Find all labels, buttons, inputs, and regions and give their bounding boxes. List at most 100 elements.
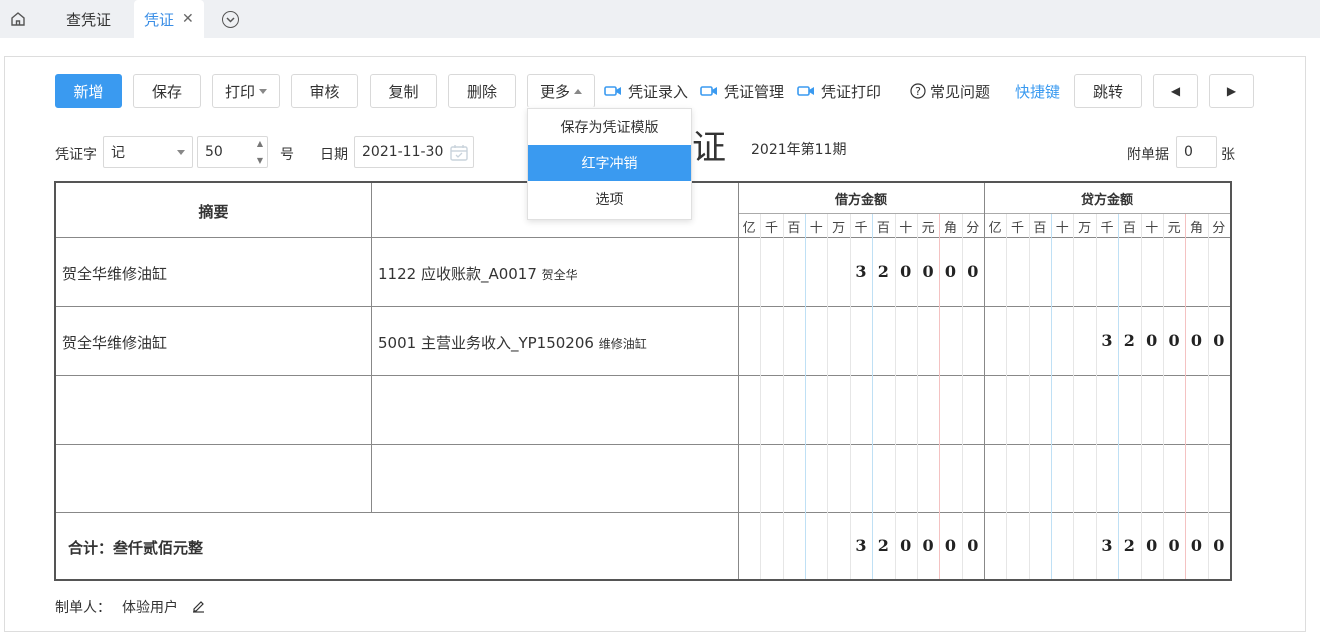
menu-item-save-template[interactable]: 保存为凭证模版: [528, 109, 691, 145]
date-label: 日期: [320, 147, 348, 163]
unit-label: 分: [966, 220, 980, 236]
digit-divider: [1006, 214, 1008, 579]
unit-label: 千: [1100, 220, 1114, 236]
row-2-account[interactable]: 5001 主营业务收入_YP150206 维修油缸: [378, 332, 647, 353]
digit-divider: [1185, 214, 1187, 579]
digit-divider: [1118, 214, 1120, 579]
total-credit-digit: 0: [1168, 536, 1180, 555]
unit-label: 万: [832, 220, 846, 236]
camera-icon: [604, 86, 621, 96]
more-button[interactable]: 更多: [527, 74, 595, 108]
more-menu: 保存为凭证模版 红字冲销 选项: [527, 108, 692, 220]
unit-label: 亿: [742, 220, 756, 236]
caret-down-icon: [177, 150, 185, 155]
total-debit-digit: 2: [877, 536, 889, 555]
row-1-debit-digit: 3: [855, 262, 867, 281]
jump-button[interactable]: 跳转: [1074, 74, 1142, 108]
voucher-word-select[interactable]: 记: [103, 136, 193, 168]
tab-voucher-label: 凭证: [144, 10, 175, 29]
maker-value: 体验用户: [122, 600, 178, 616]
row-2-credit-digit: 2: [1123, 331, 1135, 350]
save-button[interactable]: 保存: [133, 74, 201, 108]
camera-icon: [700, 86, 717, 96]
col-debit-header: 借方金额: [834, 193, 887, 208]
stepper-up-icon[interactable]: ▲: [257, 139, 263, 148]
home-icon: [11, 12, 25, 26]
total-debit-digit: 0: [967, 536, 979, 555]
prev-button[interactable]: ◀: [1153, 74, 1198, 108]
add-button[interactable]: 新增: [55, 74, 122, 108]
next-button[interactable]: ▶: [1209, 74, 1254, 108]
caret-down-icon: [259, 88, 267, 94]
digit-divider: [760, 214, 762, 579]
copy-button[interactable]: 复制: [370, 74, 437, 108]
next-icon: ▶: [1226, 84, 1237, 98]
unit-label: 十: [899, 220, 913, 236]
attachment-suffix: 张: [1221, 147, 1235, 163]
voucher-table: 摘要 会 借方金额 贷方金额 亿千百十万千百十元角分亿千百十万千百十元角分 贺全…: [54, 181, 1232, 581]
digit-divider: [1207, 214, 1209, 579]
tab-menu-chevron-icon[interactable]: [222, 11, 239, 28]
faq-link[interactable]: ? 常见问题: [910, 80, 990, 102]
home-tab[interactable]: [0, 0, 36, 38]
stepper-down-icon[interactable]: ▼: [257, 156, 263, 165]
unit-label: 角: [1189, 220, 1203, 236]
number-suffix: 号: [280, 147, 294, 163]
row-1-account[interactable]: 1122 应收账款_A0017 贺全华: [378, 263, 578, 284]
row-1-debit-digit: 0: [967, 262, 979, 281]
voucher-manage-link[interactable]: 凭证管理: [700, 80, 784, 102]
total-credit-digit: 0: [1190, 536, 1203, 555]
unit-label: 亿: [988, 220, 1002, 236]
unit-label: 十: [1145, 220, 1159, 236]
voucher-print-link[interactable]: 凭证打印: [797, 80, 881, 102]
close-icon[interactable]: ✕: [182, 11, 194, 27]
total-debit-digit: 3: [855, 536, 867, 555]
row-2-credit-digit: 0: [1213, 331, 1225, 350]
total-credit-digit: 0: [1146, 536, 1158, 555]
print-button[interactable]: 打印: [212, 74, 280, 108]
col-credit-header: 贷方金额: [1080, 193, 1133, 208]
unit-label: 万: [1078, 220, 1092, 236]
audit-button[interactable]: 审核: [291, 74, 358, 108]
voucher-title: 证: [692, 128, 726, 168]
row-3-summary[interactable]: [62, 401, 362, 421]
row-3-account[interactable]: [378, 401, 728, 421]
date-input[interactable]: 2021-11-30: [354, 136, 474, 168]
unit-label: 百: [1122, 220, 1136, 236]
voucher-number-stepper[interactable]: 50 ▲ ▼: [197, 136, 268, 168]
calendar-icon[interactable]: [450, 144, 468, 161]
shortcut-link[interactable]: 快捷键: [1015, 80, 1060, 102]
question-icon: ?: [910, 83, 926, 99]
digit-divider: [782, 214, 784, 579]
total-credit-digit: 2: [1123, 536, 1135, 555]
tab-bar: 查凭证 凭证 ✕: [0, 0, 1320, 38]
row-1-summary[interactable]: 贺全华维修油缸: [62, 263, 167, 284]
maker-label: 制单人：: [55, 600, 111, 616]
unit-label: 元: [1167, 220, 1181, 236]
row-4-account[interactable]: [378, 470, 728, 490]
row-4-summary[interactable]: [62, 470, 362, 490]
unit-label: 百: [876, 220, 890, 236]
row-1-debit-digit: 0: [922, 262, 934, 281]
menu-item-options[interactable]: 选项: [528, 181, 691, 217]
row-2-summary[interactable]: 贺全华维修油缸: [62, 332, 167, 353]
digit-divider: [805, 214, 807, 579]
digit-divider: [1028, 214, 1030, 579]
unit-label: 千: [854, 220, 868, 236]
unit-label: 千: [1011, 220, 1025, 236]
edit-icon[interactable]: [191, 598, 206, 613]
attachment-count-input[interactable]: 0: [1176, 136, 1217, 168]
unit-label: 百: [1033, 220, 1047, 236]
delete-button[interactable]: 删除: [448, 74, 516, 108]
total-debit-digit: 0: [922, 536, 934, 555]
tab-voucher[interactable]: 凭证 ✕: [134, 0, 204, 38]
col-summary-header: 摘要: [198, 203, 229, 221]
voucher-entry-link[interactable]: 凭证录入: [604, 80, 688, 102]
unit-label: 分: [1212, 220, 1226, 236]
digit-divider: [1051, 214, 1053, 579]
menu-item-red-reversal[interactable]: 红字冲销: [528, 145, 691, 181]
tab-search-voucher[interactable]: 查凭证: [66, 0, 111, 38]
unit-label: 元: [921, 220, 935, 236]
row-2-credit-digit: 0: [1146, 331, 1158, 350]
unit-label: 十: [1055, 220, 1069, 236]
